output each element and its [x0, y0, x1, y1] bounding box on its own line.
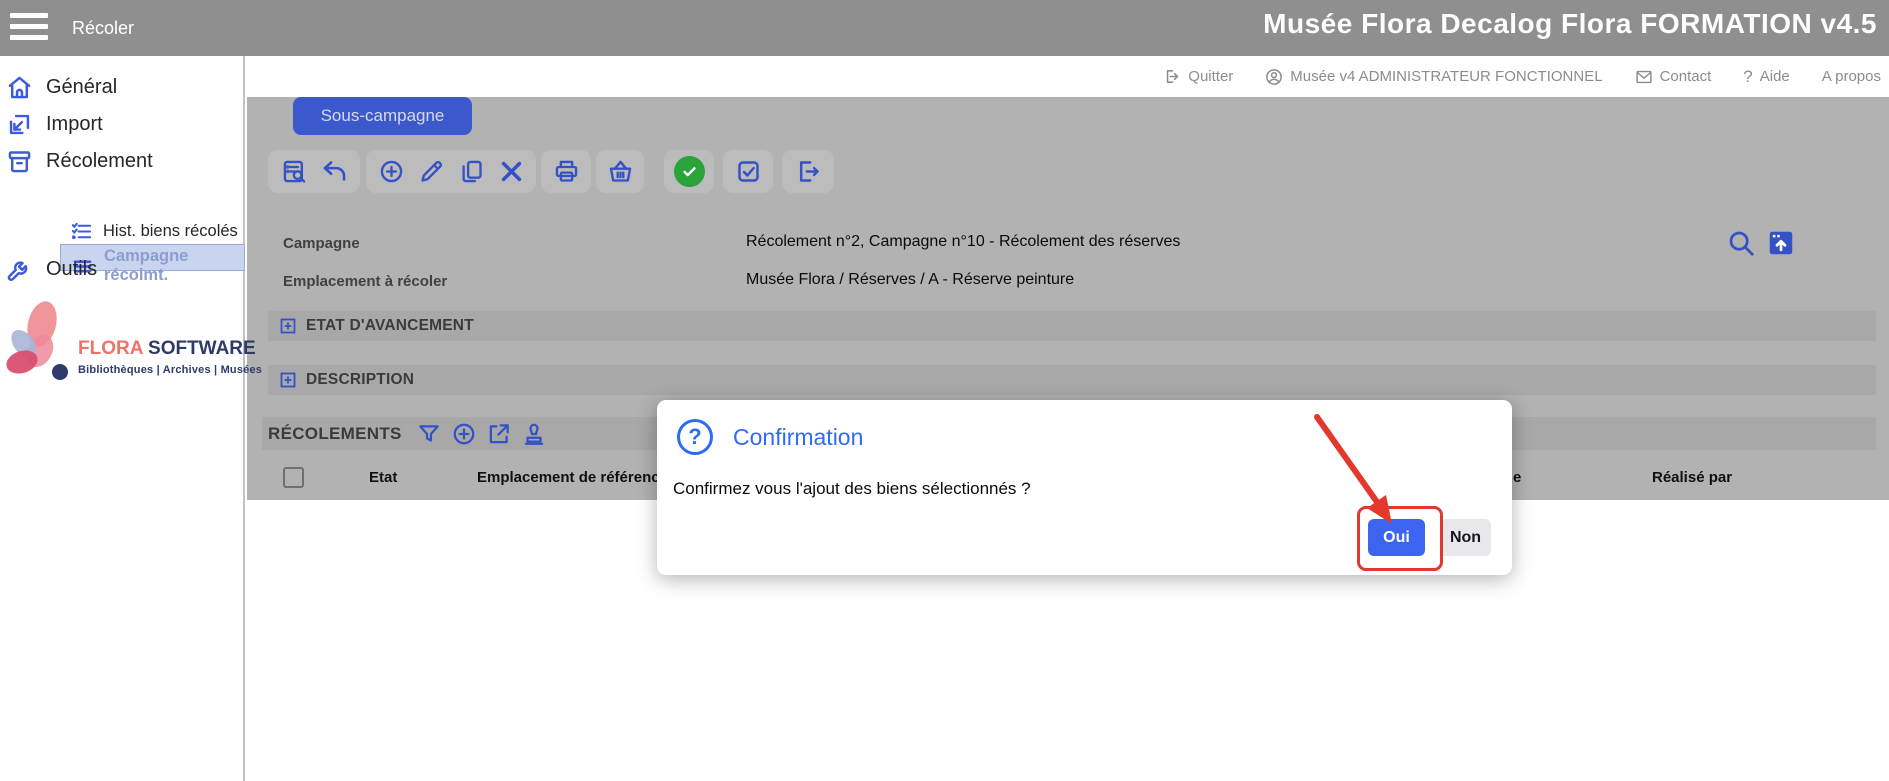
sidebar-item-import[interactable]: Import [6, 111, 103, 138]
sidebar-item-hist-biens[interactable]: Hist. biens récolés [70, 220, 238, 243]
top-bar: Récoler Musée Flora Decalog Flora FORMAT… [0, 0, 1889, 56]
module-title: Récoler [72, 0, 134, 56]
toolbar-group-basket [596, 150, 644, 193]
tab-sous-campagne[interactable]: Sous-campagne [293, 97, 472, 135]
add-icon[interactable] [378, 158, 405, 185]
search-icon[interactable] [1726, 228, 1756, 258]
toolbar-group-display [268, 150, 360, 193]
field-label-emplacement: Emplacement à récoler [283, 273, 447, 290]
expand-plus-icon[interactable] [280, 318, 296, 334]
archive-box-icon [6, 148, 33, 175]
sidebar-item-general[interactable]: Général [6, 74, 117, 101]
expand-plus-icon[interactable] [280, 372, 296, 388]
logout-icon [1164, 68, 1181, 85]
quit-link[interactable]: Quitter [1164, 68, 1233, 85]
app-title: Musée Flora Decalog Flora FORMATION v4.5 [1263, 8, 1877, 40]
help-link[interactable]: ? Aide [1743, 67, 1790, 87]
sidebar: Général Import Récolement Campagne récol… [0, 56, 245, 781]
sidebar-item-label: Import [46, 113, 103, 136]
field-value-emplacement: Musée Flora / Réserves / A - Réserve pei… [746, 271, 1074, 289]
window-open-icon[interactable] [1766, 228, 1796, 258]
sidebar-item-label: Outils [46, 258, 97, 281]
question-circle-icon: ? [677, 419, 713, 455]
logo-brand-flora: FLORA [78, 338, 143, 359]
section-description[interactable]: DESCRIPTION [268, 365, 1876, 395]
section-title: ETAT D'AVANCEMENT [306, 317, 474, 335]
toolbar-group-print [541, 150, 591, 193]
about-link[interactable]: A propos [1822, 68, 1881, 85]
add-recolement-icon[interactable] [451, 421, 477, 447]
flora-software-logo: FLORA SOFTWARE Bibliothèques | Archives … [2, 296, 242, 406]
toolbar-group-export [782, 150, 834, 193]
annotation-highlight-rect [1357, 506, 1443, 571]
column-header-etat: Etat [369, 469, 397, 486]
dialog-title: Confirmation [733, 424, 863, 451]
section-title: DESCRIPTION [306, 371, 414, 389]
toolbar-group-select [723, 150, 773, 193]
list-search-icon[interactable] [281, 158, 308, 185]
field-value-campagne: Récolement n°2, Campagne n°10 - Récoleme… [746, 233, 1180, 251]
dialog-message: Confirmez vous l'ajout des biens sélecti… [673, 479, 1031, 499]
sidebar-item-label: Campagne récolmt. [104, 247, 244, 285]
column-header-partial: e [1513, 469, 1521, 486]
undo-icon[interactable] [321, 158, 348, 185]
mail-icon [1635, 69, 1653, 85]
basket-icon[interactable] [607, 158, 634, 185]
contact-link[interactable]: Contact [1635, 68, 1712, 85]
question-mark-icon: ? [1743, 67, 1752, 87]
filter-funnel-icon[interactable] [416, 421, 442, 447]
logo-tagline: Bibliothèques | Archives | Musées [78, 364, 262, 376]
select-all-checkbox[interactable] [283, 467, 304, 488]
wrench-icon [6, 256, 33, 283]
user-icon [1265, 68, 1283, 86]
logo-brand-software: SOFTWARE [148, 338, 256, 359]
open-external-icon[interactable] [486, 421, 512, 447]
user-account-link[interactable]: Musée v4 ADMINISTRATEUR FONCTIONNEL [1265, 68, 1602, 86]
sidebar-item-recolement[interactable]: Récolement [6, 148, 153, 175]
column-header-realise-par: Réalisé par [1652, 469, 1732, 486]
copy-icon[interactable] [458, 158, 485, 185]
delete-x-icon[interactable] [498, 158, 525, 185]
field-label-campagne: Campagne [283, 235, 360, 252]
sidebar-item-label: Récolement [46, 150, 153, 173]
non-button[interactable]: Non [1440, 519, 1491, 556]
sidebar-item-label: Hist. biens récolés [103, 222, 238, 241]
sidebar-item-label: Général [46, 76, 117, 99]
flora-flower-icon [2, 296, 74, 388]
toolbar-group-edit [366, 150, 536, 193]
validate-check-icon[interactable] [674, 156, 705, 187]
hamburger-menu-icon[interactable] [10, 13, 48, 42]
section-etat-avancement[interactable]: ETAT D'AVANCEMENT [268, 311, 1876, 341]
home-icon [6, 74, 33, 101]
column-header-emplacement-reference: Emplacement de référence [477, 469, 668, 486]
checkbox-check-icon[interactable] [735, 158, 762, 185]
recolements-title: RÉCOLEMENTS [268, 424, 402, 444]
import-icon [6, 111, 33, 138]
export-file-icon[interactable] [795, 158, 822, 185]
edit-pencil-icon[interactable] [418, 158, 445, 185]
toolbar-group-validate [664, 150, 714, 193]
print-icon[interactable] [553, 158, 580, 185]
utility-bar: Quitter Musée v4 ADMINISTRATEUR FONCTION… [250, 56, 1889, 97]
stamp-icon[interactable] [521, 421, 547, 447]
sidebar-item-outils[interactable]: Outils [6, 256, 97, 283]
checklist-icon [70, 220, 93, 243]
app-window: Récoler Musée Flora Decalog Flora FORMAT… [0, 0, 1889, 781]
